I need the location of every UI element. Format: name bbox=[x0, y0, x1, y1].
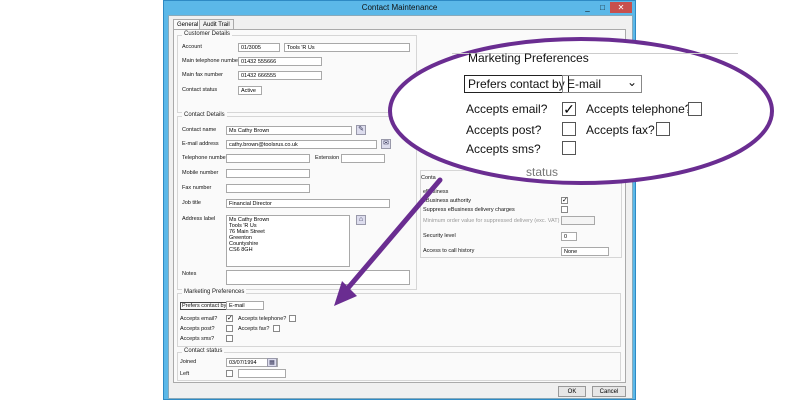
callout-prefers-value: E-mail bbox=[567, 77, 602, 91]
callout-marketing-title: Marketing Preferences bbox=[468, 51, 589, 65]
callout-accepts-fax-label: Accepts fax? bbox=[586, 123, 655, 137]
callout-accepts-email-checkbox[interactable]: ✓ bbox=[562, 102, 576, 116]
callout-prefers-contact-label: Prefers contact by bbox=[464, 75, 569, 93]
callout-accepts-sms-checkbox[interactable] bbox=[562, 141, 576, 155]
zoom-callout: Marketing Preferences Prefers contact by… bbox=[386, 35, 776, 187]
callout-accepts-telephone-label: Accepts telephone? bbox=[586, 102, 692, 116]
chevron-down-icon: ⌄ bbox=[626, 75, 637, 89]
callout-accepts-post-checkbox[interactable] bbox=[562, 122, 576, 136]
callout-accepts-telephone-checkbox[interactable] bbox=[688, 102, 702, 116]
callout-accepts-email-label: Accepts email? bbox=[466, 102, 548, 116]
callout-accepts-post-label: Accepts post? bbox=[466, 123, 542, 137]
callout-prefers-contact-select[interactable]: E-mail ⌄ bbox=[562, 75, 642, 93]
callout-accepts-fax-checkbox[interactable] bbox=[656, 122, 670, 136]
callout-accepts-sms-label: Accepts sms? bbox=[466, 142, 541, 156]
callout-partial-status-text: status bbox=[526, 165, 559, 179]
